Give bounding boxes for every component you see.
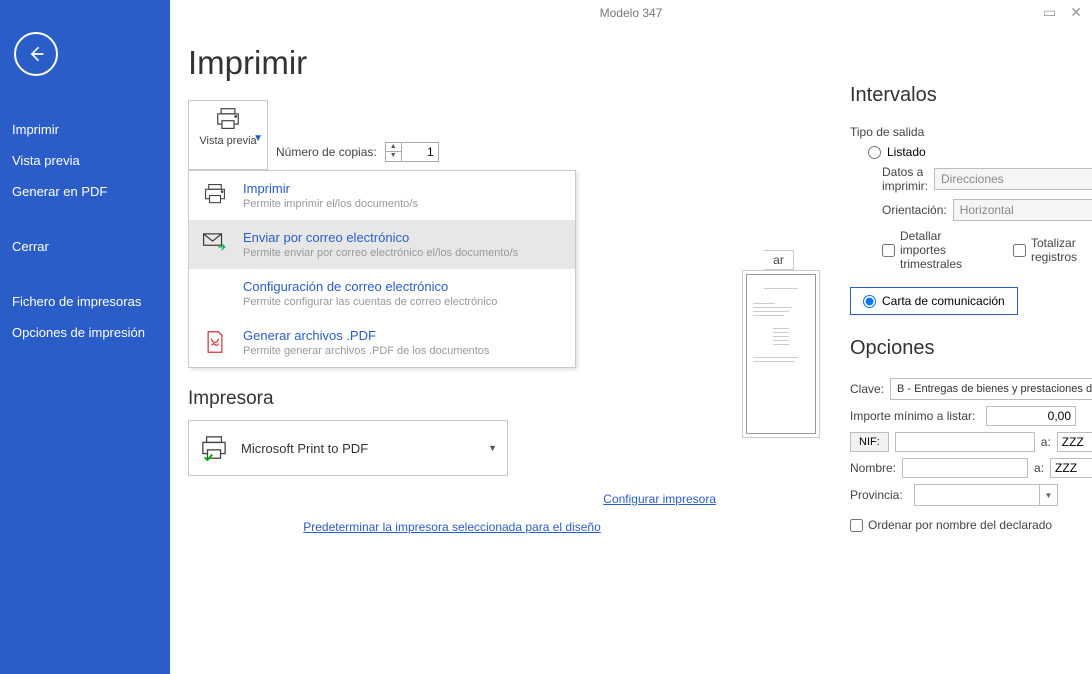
menu-item-title: Generar archivos .PDF	[243, 328, 489, 343]
menu-item-enviar-correo[interactable]: Enviar por correo electrónico Permite env…	[189, 220, 575, 269]
copies-spinner[interactable]: ▲▼	[385, 142, 439, 162]
chk-totalizar-input[interactable]	[1013, 244, 1026, 257]
provincia-combo[interactable]: ▼	[914, 484, 1058, 506]
chevron-down-icon[interactable]: ▼	[1039, 485, 1057, 505]
intervalos-heading: Intervalos	[850, 84, 1078, 107]
printer-icon	[214, 107, 242, 131]
orientacion-combo[interactable]: Horizontal▼	[953, 199, 1092, 221]
vista-previa-label: Vista previa	[199, 135, 256, 147]
sidebar-item-vista-previa[interactable]: Vista previa	[0, 145, 170, 176]
spinner-up-icon[interactable]: ▲	[386, 143, 401, 152]
sidebar-item-fichero-impresoras[interactable]: Fichero de impresoras	[0, 286, 170, 317]
spinner-down-icon[interactable]: ▼	[386, 152, 401, 161]
importe-input[interactable]	[986, 406, 1076, 426]
datos-imprimir-combo[interactable]: Direcciones▼	[934, 168, 1092, 190]
copies-input[interactable]	[402, 143, 438, 161]
nif-from-input[interactable]	[895, 432, 1035, 452]
nif-to-input[interactable]	[1057, 432, 1092, 452]
right-panel: Intervalos Tipo de salida Listado Datos …	[850, 84, 1078, 532]
tipo-salida-label: Tipo de salida	[850, 125, 1078, 139]
radio-listado-label: Listado	[887, 145, 926, 159]
datos-imprimir-value: Direcciones	[941, 172, 1004, 186]
chk-detallar[interactable]: Detallar importes trimestrales	[882, 229, 983, 271]
importe-label: Importe mínimo a listar:	[850, 409, 980, 423]
nombre-from-input[interactable]	[902, 458, 1028, 478]
printer-icon	[202, 183, 228, 205]
radio-listado[interactable]: Listado	[868, 145, 1078, 159]
chk-detallar-input[interactable]	[882, 244, 895, 257]
datos-imprimir-label: Datos a imprimir:	[882, 165, 928, 193]
printer-ready-icon	[199, 435, 229, 461]
clave-value: B - Entregas de bienes y prestaciones de…	[897, 383, 1092, 395]
a-label-2: a:	[1034, 461, 1044, 475]
radio-carta-label: Carta de comunicación	[882, 294, 1005, 308]
tab-fragment[interactable]: ar	[764, 250, 794, 270]
clave-combo[interactable]: B - Entregas de bienes y prestaciones de…	[890, 378, 1092, 400]
nombre-label: Nombre:	[850, 461, 896, 475]
sidebar-item-generar-pdf[interactable]: Generar en PDF	[0, 176, 170, 207]
orientacion-value: Horizontal	[960, 203, 1014, 217]
clave-label: Clave:	[850, 382, 884, 396]
copies-label: Número de copias:	[276, 145, 377, 159]
sidebar-item-opciones-impresion[interactable]: Opciones de impresión	[0, 317, 170, 348]
preview-dropdown-menu: Imprimir Permite imprimir el/los document…	[188, 170, 576, 368]
chk-ordenar[interactable]: Ordenar por nombre del declarado	[850, 518, 1078, 532]
envelope-send-icon	[202, 232, 228, 252]
main-area: Imprimir ▼ Vista previa Número de copias…	[170, 0, 1092, 674]
menu-item-title: Imprimir	[243, 181, 418, 196]
chk-totalizar[interactable]: Totalizar registros	[1013, 236, 1078, 264]
opciones-heading: Opciones	[850, 337, 1078, 360]
document-thumbnail[interactable]	[746, 274, 816, 434]
menu-item-title: Enviar por correo electrónico	[243, 230, 518, 245]
menu-item-desc: Permite configurar las cuentas de correo…	[243, 296, 497, 308]
chk-ordenar-input[interactable]	[850, 519, 863, 532]
orientacion-label: Orientación:	[882, 203, 947, 217]
provincia-label: Provincia:	[850, 488, 908, 502]
pdf-icon	[204, 330, 226, 354]
predeterminar-impresora-link[interactable]: Predeterminar la impresora seleccionada …	[303, 520, 601, 534]
sidebar: Imprimir Vista previa Generar en PDF Cer…	[0, 0, 170, 674]
menu-item-desc: Permite generar archivos .PDF de los doc…	[243, 345, 489, 357]
printer-selector[interactable]: Microsoft Print to PDF ▼	[188, 420, 508, 476]
menu-item-title: Configuración de correo electrónico	[243, 279, 497, 294]
configurar-impresora-link[interactable]: Configurar impresora	[603, 492, 716, 506]
radio-listado-input[interactable]	[868, 146, 881, 159]
sidebar-item-imprimir[interactable]: Imprimir	[0, 114, 170, 145]
menu-item-generar-pdf[interactable]: Generar archivos .PDF Permite generar arc…	[189, 318, 575, 367]
menu-item-imprimir[interactable]: Imprimir Permite imprimir el/los document…	[189, 171, 575, 220]
sidebar-item-cerrar[interactable]: Cerrar	[0, 231, 170, 262]
menu-item-desc: Permite enviar por correo electrónico el…	[243, 247, 518, 259]
menu-item-desc: Permite imprimir el/los documento/s	[243, 198, 418, 210]
chevron-down-icon[interactable]: ▼	[253, 133, 263, 144]
page-title: Imprimir	[188, 44, 1074, 82]
radio-carta-comunicacion[interactable]: Carta de comunicación	[850, 287, 1018, 315]
radio-carta-input[interactable]	[863, 295, 876, 308]
nombre-to-input[interactable]	[1050, 458, 1092, 478]
back-button[interactable]	[14, 32, 58, 76]
chevron-down-icon[interactable]: ▼	[488, 443, 497, 453]
nif-button[interactable]: NIF:	[850, 432, 889, 452]
a-label-1: a:	[1041, 435, 1051, 449]
vista-previa-split-button[interactable]: ▼ Vista previa	[188, 100, 268, 170]
menu-item-config-correo[interactable]: Configuración de correo electrónico Permi…	[189, 269, 575, 318]
printer-name: Microsoft Print to PDF	[241, 441, 368, 456]
